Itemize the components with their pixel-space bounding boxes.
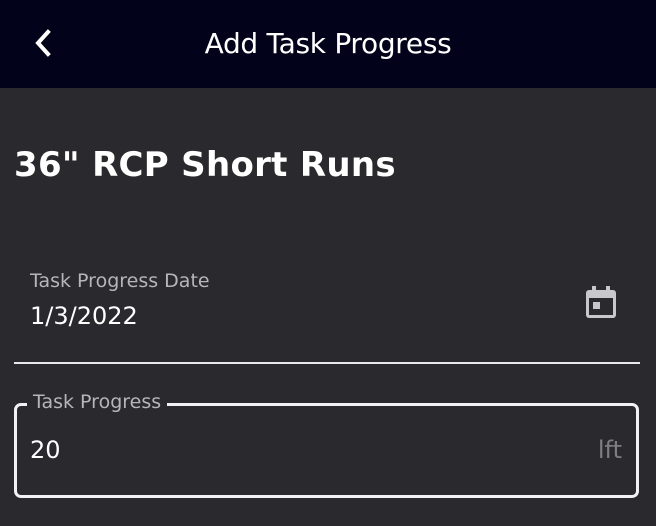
task-progress-input[interactable]: 20 <box>30 436 550 464</box>
app-bar: Add Task Progress <box>0 0 656 88</box>
task-name-heading: 36" RCP Short Runs <box>14 145 396 185</box>
task-progress-label: Task Progress <box>27 389 168 415</box>
task-progress-date-value[interactable]: 1/3/2022 <box>30 302 138 330</box>
task-progress-date-field[interactable]: Task Progress Date 1/3/2022 <box>14 262 640 364</box>
task-progress-date-label: Task Progress Date <box>30 270 210 292</box>
calendar-icon[interactable] <box>584 284 618 320</box>
page-title: Add Task Progress <box>204 27 452 60</box>
task-progress-unit: lft <box>597 436 622 464</box>
task-progress-field[interactable]: Task Progress 20 lft <box>14 389 639 498</box>
